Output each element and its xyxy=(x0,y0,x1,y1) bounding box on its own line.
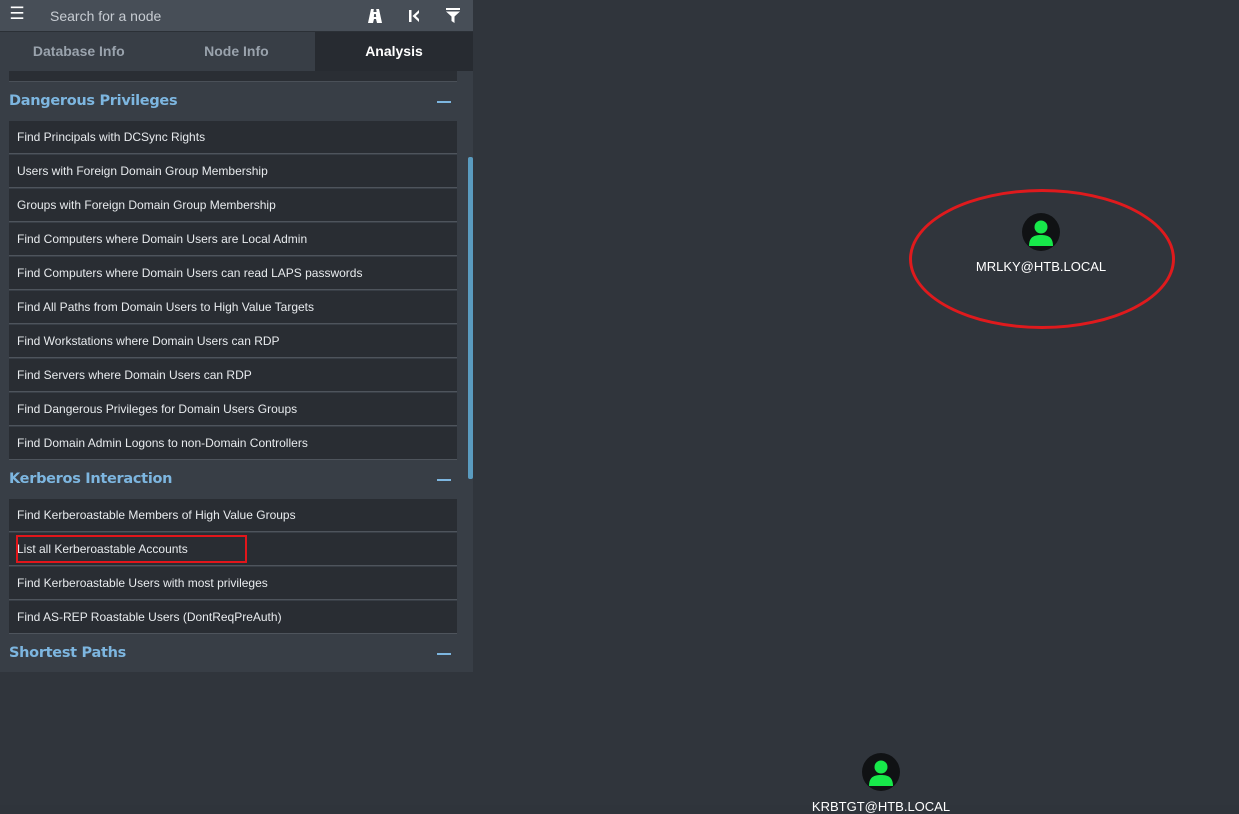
section-header-dangerous-privileges[interactable]: Dangerous Privileges xyxy=(9,82,457,121)
section-header-kerberos-interaction[interactable]: Kerberos Interaction xyxy=(9,460,457,499)
node-label: MRLKY@HTB.LOCAL xyxy=(975,259,1107,274)
query-item[interactable]: Find AS-REP Roastable Users (DontReqPreA… xyxy=(9,601,457,634)
node-label: KRBTGT@HTB.LOCAL xyxy=(811,799,951,814)
query-item[interactable]: Find Servers where Domain Users can RDP xyxy=(9,359,457,392)
scrollbar[interactable] xyxy=(468,157,473,479)
search-input[interactable] xyxy=(36,0,336,31)
collapse-icon[interactable] xyxy=(437,101,451,103)
tab-database-info[interactable]: Database Info xyxy=(0,32,158,71)
section-title: Shortest Paths xyxy=(9,645,126,661)
tab-analysis[interactable]: Analysis xyxy=(315,32,473,71)
filter-icon[interactable] xyxy=(438,0,468,31)
side-panel: ☰ Database Info Node Info Analysis xyxy=(0,0,473,672)
panel-tabs: Database Info Node Info Analysis xyxy=(0,32,473,71)
graph-node-user[interactable]: MRLKY@HTB.LOCAL xyxy=(940,213,1142,274)
collapse-icon[interactable] xyxy=(437,479,451,481)
query-item[interactable]: Find Dangerous Privileges for Domain Use… xyxy=(9,393,457,426)
query-item[interactable]: Find Kerberoastable Users with most priv… xyxy=(9,567,457,600)
query-item[interactable]: Groups with Foreign Domain Group Members… xyxy=(9,189,457,222)
previous-list-item xyxy=(9,71,457,82)
section-title: Kerberos Interaction xyxy=(9,471,173,487)
query-item[interactable]: Find Domain Admin Logons to non-Domain C… xyxy=(9,427,457,460)
step-back-icon[interactable] xyxy=(399,0,429,31)
query-item[interactable]: Find Workstations where Domain Users can… xyxy=(9,325,457,358)
query-item[interactable]: Users with Foreign Domain Group Membersh… xyxy=(9,155,457,188)
query-item[interactable]: Find Computers where Domain Users can re… xyxy=(9,257,457,290)
analysis-content: Dangerous Privileges Find Principals wit… xyxy=(0,71,473,672)
search-bar: ☰ xyxy=(0,0,473,32)
collapse-icon[interactable] xyxy=(437,653,451,655)
tab-node-info[interactable]: Node Info xyxy=(158,32,316,71)
hamburger-icon[interactable]: ☰ xyxy=(0,0,34,31)
query-item[interactable]: Find Principals with DCSync Rights xyxy=(9,121,457,154)
user-icon xyxy=(1022,213,1060,251)
section-header-shortest-paths[interactable]: Shortest Paths xyxy=(9,634,457,672)
query-item[interactable]: Find All Paths from Domain Users to High… xyxy=(9,291,457,324)
query-item[interactable]: Find Kerberoastable Members of High Valu… xyxy=(9,499,457,532)
annotation-highlight-box xyxy=(16,535,247,563)
section-title: Dangerous Privileges xyxy=(9,93,178,109)
road-icon[interactable] xyxy=(360,0,390,31)
query-item[interactable]: Find Computers where Domain Users are Lo… xyxy=(9,223,457,256)
user-icon xyxy=(862,753,900,791)
